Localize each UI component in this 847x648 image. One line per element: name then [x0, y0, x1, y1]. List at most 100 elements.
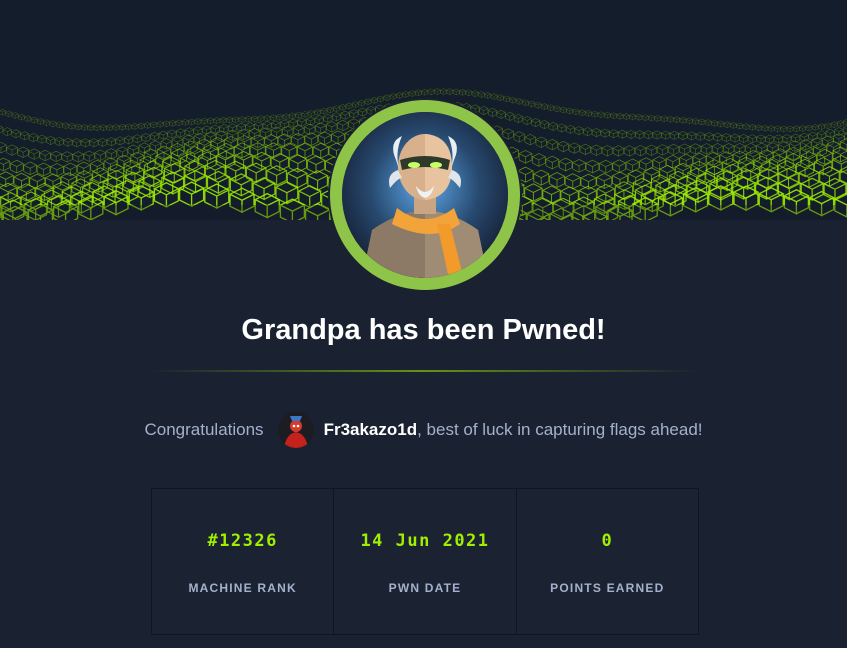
banner-cube: [522, 116, 532, 126]
banner-cube: [55, 121, 63, 129]
banner-cube: [660, 115, 668, 123]
banner-cube: [22, 161, 38, 176]
banner-cube: [181, 119, 189, 126]
banner-cube: [24, 115, 32, 123]
banner-cube: [645, 144, 658, 156]
stat-label: PWN DATE: [388, 581, 462, 595]
banner-cube: [641, 114, 649, 122]
banner-cube: [427, 88, 435, 96]
banner-cube: [87, 124, 95, 132]
banner-cube: [93, 124, 101, 132]
banner-cube: [773, 125, 782, 133]
banner-cube: [540, 103, 549, 111]
banner-cube: [780, 125, 788, 133]
banner-cube: [206, 170, 231, 195]
username-link[interactable]: Fr3akazo1d: [324, 420, 418, 440]
banner-cube: [123, 135, 134, 145]
banner-cube: [761, 124, 769, 132]
banner-cube: [36, 118, 45, 125]
banner-cube: [39, 149, 52, 162]
banner-cube: [152, 182, 180, 208]
banner-cube: [203, 183, 231, 210]
banner-cube: [80, 138, 91, 148]
banner-cube: [306, 170, 329, 192]
banner-cube: [270, 153, 290, 172]
banner-cube: [799, 139, 812, 151]
banner-cube: [305, 116, 316, 126]
banner-cube: [711, 143, 724, 155]
banner-cube: [531, 153, 547, 167]
banner-cube: [213, 117, 221, 125]
banner-cube: [118, 123, 126, 131]
banner-cube: [105, 148, 118, 160]
banner-cube: [635, 113, 643, 121]
banner-cube: [421, 88, 429, 96]
banner-cube: [402, 91, 410, 98]
banner-cube: [178, 181, 206, 208]
banner-cube: [19, 131, 30, 141]
banner-cube: [730, 133, 740, 143]
banner-cube: [131, 123, 139, 130]
banner-cube: [742, 123, 750, 131]
banner-cube: [830, 121, 838, 129]
grandpa-machine-avatar: [342, 112, 508, 278]
stat-pwn-date: 14 Jun 2021 PWN DATE: [334, 489, 517, 634]
banner-cube: [515, 98, 523, 105]
banner-cube: [36, 162, 51, 177]
banner-cube: [622, 113, 630, 121]
banner-cube: [496, 94, 504, 102]
banner-cube: [591, 110, 599, 118]
banner-cube: [513, 131, 526, 143]
banner-cube: [559, 106, 567, 114]
banner-cube: [279, 119, 290, 129]
banner-cube: [297, 117, 307, 127]
banner-cube: [747, 134, 758, 144]
banner-cube: [383, 94, 391, 102]
banner-cube: [389, 93, 397, 100]
banner-cube: [200, 117, 208, 125]
banner-cube: [45, 136, 56, 146]
banner-cube: [184, 127, 195, 137]
banner-cube: [304, 132, 319, 147]
banner-cube: [414, 89, 423, 97]
banner-cube: [805, 124, 813, 132]
banner-cube: [30, 116, 38, 124]
banner-cube: [80, 124, 89, 131]
banner-cube: [97, 137, 108, 147]
banner-cube: [518, 150, 533, 164]
banner-cube: [288, 118, 298, 128]
banner-cube: [509, 96, 517, 104]
banner-cube: [799, 145, 814, 159]
banner-cube: [245, 162, 268, 184]
banner-cube: [175, 128, 186, 138]
banner-cube: [225, 116, 234, 124]
banner-cube: [623, 145, 636, 157]
user-avatar[interactable]: [277, 412, 314, 448]
banner-cube: [564, 173, 582, 190]
banner-cube: [612, 159, 627, 174]
banner-cube: [89, 159, 105, 174]
banner-cube: [546, 138, 559, 151]
title-divider: [150, 370, 697, 372]
banner-cube: [326, 106, 334, 114]
banner-cube: [44, 173, 62, 190]
banner-cube: [541, 185, 562, 205]
banner-cube: [158, 130, 169, 140]
banner-cube: [175, 119, 183, 127]
banner-cube: [568, 142, 581, 154]
banner-cube: [303, 123, 316, 136]
banner-cube: [0, 125, 4, 134]
banner-cube: [678, 143, 691, 155]
banner-cube: [194, 118, 202, 126]
banner-cube: [748, 123, 756, 131]
banner-cube: [528, 100, 536, 108]
banner-cube: [265, 165, 288, 187]
banner-cube: [306, 155, 326, 175]
banner-cube: [317, 131, 332, 146]
banner-cube: [582, 127, 593, 137]
banner-cube: [579, 143, 592, 156]
banner-cube: [596, 183, 616, 203]
banner-cube: [219, 116, 227, 124]
banner-cube: [617, 129, 628, 139]
banner-cube: [822, 177, 847, 202]
